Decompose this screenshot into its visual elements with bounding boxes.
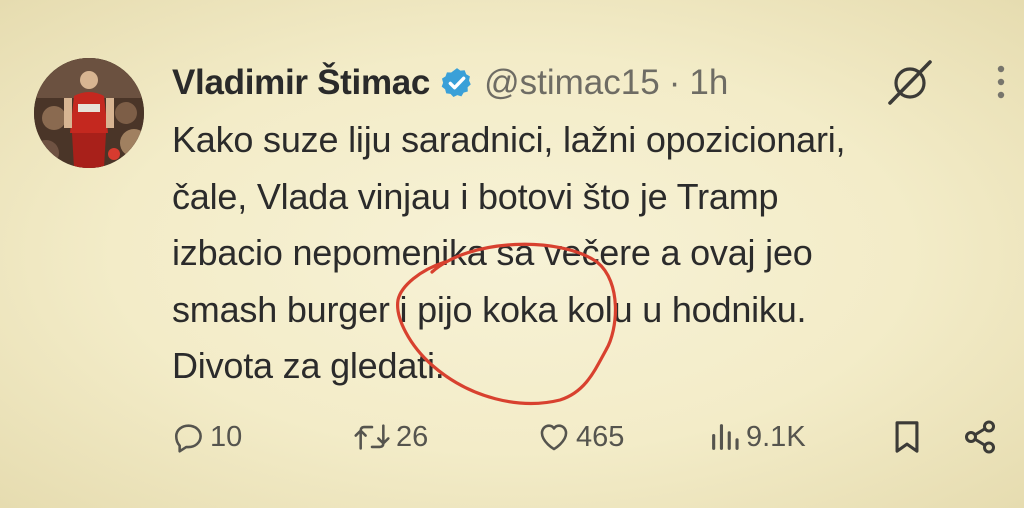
views-count: 9.1K — [746, 420, 806, 453]
tweet-card[interactable]: Vladimir Štimac @stimac15 · 1h Kako suze… — [0, 0, 1024, 508]
tweet-header: Vladimir Štimac @stimac15 · 1h — [172, 58, 728, 108]
retweet-icon — [354, 424, 390, 450]
separator-dot: · — [668, 63, 681, 102]
like-button[interactable]: 465 — [536, 412, 624, 462]
avatar[interactable] — [34, 58, 144, 168]
reply-count: 10 — [210, 420, 243, 453]
bookmark-button[interactable] — [890, 412, 924, 462]
tweet-actions: 10 26 465 9.1K — [0, 412, 1024, 462]
tweet-line: Kako suze liju saradnici, lažni opozicio… — [172, 119, 846, 160]
verified-badge-icon — [441, 68, 471, 98]
tweet-line: izbacio nepomenika sa večere a ovaj jeo — [172, 232, 813, 273]
tweet-text: Kako suze liju saradnici, lažni opozicio… — [172, 112, 992, 395]
share-icon — [965, 420, 995, 454]
retweet-count: 26 — [396, 420, 429, 453]
reply-button[interactable]: 10 — [172, 412, 242, 462]
user-handle[interactable]: @stimac15 — [484, 63, 660, 103]
like-count: 465 — [576, 420, 625, 453]
views-button[interactable]: 9.1K — [708, 412, 806, 462]
views-chart-icon — [712, 424, 739, 450]
reply-icon — [174, 424, 202, 453]
avatar-image — [34, 58, 144, 168]
tweet-line: smash burger i pijo koka kolu u hodniku. — [172, 288, 807, 330]
more-vertical-icon[interactable] — [992, 58, 1010, 106]
timestamp[interactable]: 1h — [689, 63, 728, 103]
grok-icon[interactable] — [884, 58, 936, 106]
retweet-button[interactable]: 26 — [352, 412, 428, 462]
tweet-line: čale, Vlada vinjau i botovi što je Tramp — [172, 175, 779, 217]
display-name[interactable]: Vladimir Štimac — [172, 63, 430, 103]
share-button[interactable] — [962, 412, 998, 462]
heart-icon — [540, 424, 568, 451]
tweet-line: Divota za gledati. — [172, 345, 445, 386]
bookmark-icon — [895, 421, 919, 453]
